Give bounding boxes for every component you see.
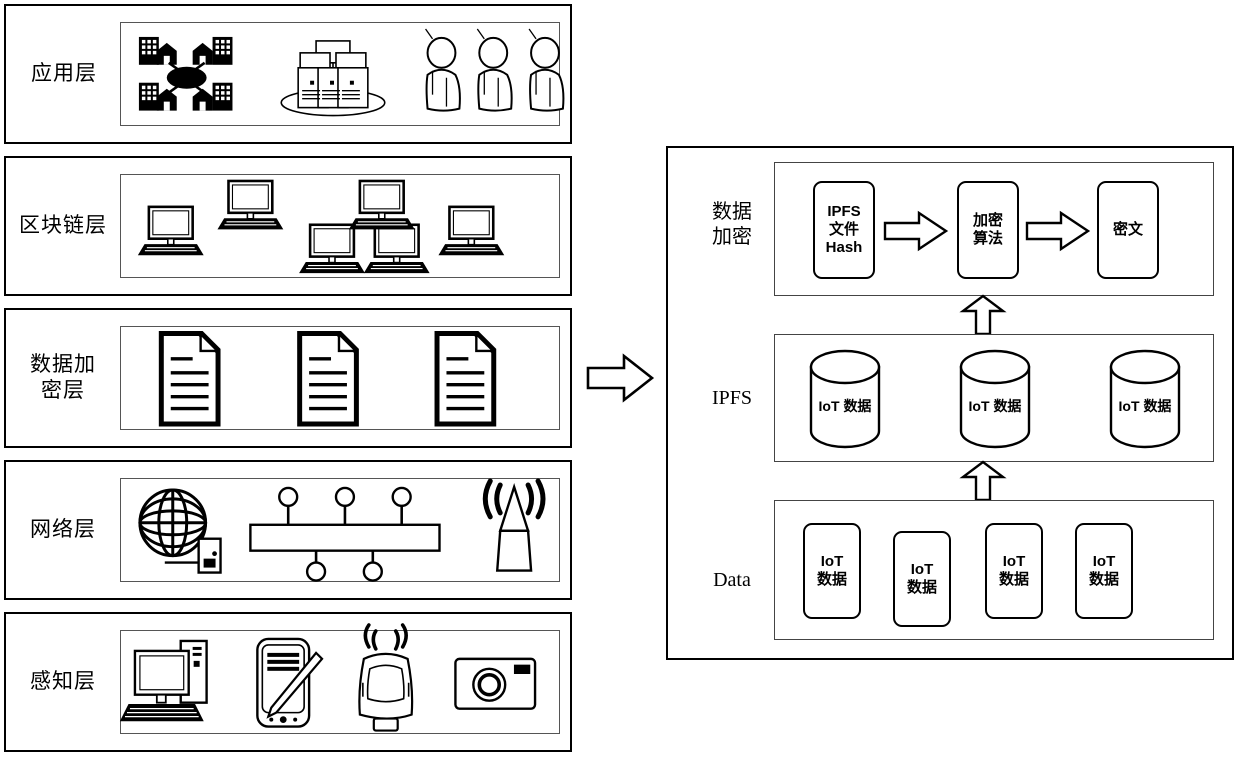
data-to-ipfs-arrow xyxy=(959,460,1007,502)
layer-label-line: 区块链层 xyxy=(19,213,107,238)
cylinder-line: IoT xyxy=(818,398,840,414)
section-label-line: 加密 xyxy=(712,226,752,248)
box-line: 数据 xyxy=(906,579,937,596)
section-label-line: 数据 xyxy=(712,201,752,223)
iot-data-box[interactable]: IoT 数据 xyxy=(803,523,861,619)
data-encryption-section-label: 数据 加密 xyxy=(684,170,780,280)
application-layer-panel: 应用层 xyxy=(4,4,572,144)
blockchain-layer-panel: 区块链层 xyxy=(4,156,572,296)
perception-layer-panel: 感知层 xyxy=(4,612,572,752)
layer-label-line: 数据加 xyxy=(30,352,96,377)
desktop-computer-icon xyxy=(137,205,204,256)
document-icon xyxy=(432,329,498,429)
cylinder-line: 数据 xyxy=(1143,398,1172,414)
ipfs-file-hash-box[interactable]: IPFS 文件 Hash xyxy=(813,181,875,279)
data-encryption-layer-panel: 数据加 密层 xyxy=(4,308,572,448)
network-icons xyxy=(138,478,546,582)
blockchain-icons xyxy=(137,179,505,274)
buildings-network-icon xyxy=(138,36,233,111)
box-line: IoT xyxy=(820,553,844,570)
box-line: 加密 xyxy=(972,212,1003,229)
data-encryption-section: IPFS 文件 Hash 加密 算法 密文 xyxy=(774,162,1214,296)
layer-label-line: 应用层 xyxy=(31,61,97,86)
application-layer-icon-area xyxy=(120,22,565,126)
desktop-computer-icon xyxy=(438,205,505,256)
flow-arrow-right xyxy=(586,353,655,403)
ipfs-section-label: IPFS xyxy=(684,378,780,418)
layer-label-line: 网络层 xyxy=(30,517,96,542)
camera-icon xyxy=(454,657,537,710)
layer-label-line: 密层 xyxy=(41,378,85,402)
layer-label-line: 感知层 xyxy=(30,669,96,694)
ipfs-section: IoT 数据 IoT 数据 IoT 数据 xyxy=(774,334,1214,462)
cylinder-label: IoT 数据 xyxy=(957,398,1033,415)
ciphertext-box[interactable]: 密文 xyxy=(1097,181,1159,279)
cylinder-label: IoT 数据 xyxy=(807,398,883,415)
box-line: IoT xyxy=(910,561,934,578)
blockchain-layer-icon-area xyxy=(120,174,560,278)
box-line: IoT xyxy=(1002,553,1026,570)
flow-arrow-right-container xyxy=(586,352,656,404)
box-line: IoT xyxy=(1092,553,1116,570)
iot-data-box[interactable]: IoT 数据 xyxy=(1075,523,1133,619)
users-group-icon xyxy=(425,28,565,112)
desktop-computer-icon xyxy=(363,223,430,274)
ipfs-encryption-panel: 数据 加密 IPFS 文件 Hash 加密 算法 密文 IPFS IoT 数据 … xyxy=(666,146,1234,660)
network-layer-label: 网络层 xyxy=(8,462,118,598)
network-layer-icon-area xyxy=(120,478,560,582)
blockchain-layer-label: 区块链层 xyxy=(8,158,118,294)
box-line: 文件 xyxy=(828,221,859,238)
box-line: 数据 xyxy=(1088,571,1119,588)
cylinder-line: 数据 xyxy=(993,398,1022,414)
encrypt-step-arrow-1 xyxy=(883,210,949,252)
document-icon xyxy=(295,329,361,429)
perception-layer-label: 感知层 xyxy=(8,614,118,750)
smartphone-stylus-icon xyxy=(256,637,324,728)
data-section: IoT 数据 IoT 数据 IoT 数据 IoT 数据 xyxy=(774,500,1214,640)
desktop-computer-icon xyxy=(348,179,415,231)
perception-layer-icon-area xyxy=(119,623,560,734)
network-layer-panel: 网络层 xyxy=(4,460,572,600)
server-cluster-icon xyxy=(280,40,386,117)
section-label-line: IPFS xyxy=(711,386,753,409)
iot-data-cylinder[interactable]: IoT 数据 xyxy=(1107,349,1183,449)
cylinder-label: IoT 数据 xyxy=(1107,398,1183,415)
application-layer-label: 应用层 xyxy=(14,6,114,142)
box-line: IPFS xyxy=(827,203,861,220)
cylinder-line: IoT xyxy=(968,398,990,414)
desktop-computer-icon xyxy=(298,223,366,274)
iot-data-cylinder[interactable]: IoT 数据 xyxy=(957,349,1033,449)
iot-data-cylinder[interactable]: IoT 数据 xyxy=(807,349,883,449)
bus-topology-icon xyxy=(249,486,441,582)
encrypt-step-arrow-2 xyxy=(1025,210,1091,252)
section-label-line: Data xyxy=(713,568,751,591)
globe-device-icon xyxy=(138,488,222,574)
application-icons xyxy=(138,28,565,117)
iot-data-box[interactable]: IoT 数据 xyxy=(985,523,1043,619)
perception-icons xyxy=(119,623,537,732)
data-encryption-layer-icon-area xyxy=(120,326,560,430)
iot-data-box[interactable]: IoT 数据 xyxy=(893,531,951,627)
data-encryption-layer-label: 数据加 密层 xyxy=(8,310,118,446)
box-line: 算法 xyxy=(972,230,1003,247)
box-line: 数据 xyxy=(816,571,847,588)
layered-architecture-stack: 应用层 区块链层 数据加 密层 网络层 感知层 xyxy=(4,4,572,754)
box-line: Hash xyxy=(825,239,863,256)
encryption-algorithm-box[interactable]: 加密 算法 xyxy=(957,181,1019,279)
connected-car-icon xyxy=(358,623,414,732)
cylinder-line: 数据 xyxy=(843,398,872,414)
data-section-label: Data xyxy=(684,560,780,600)
desktop-pc-tower-icon xyxy=(119,639,208,722)
ipfs-to-encryption-arrow xyxy=(959,294,1007,336)
desktop-computer-icon xyxy=(217,179,284,231)
box-line: 密文 xyxy=(1112,221,1143,238)
document-icon xyxy=(157,329,223,429)
document-icons xyxy=(157,329,498,429)
cylinder-line: IoT xyxy=(1118,398,1140,414)
box-line: 数据 xyxy=(998,571,1029,588)
wireless-tower-icon xyxy=(482,478,546,572)
